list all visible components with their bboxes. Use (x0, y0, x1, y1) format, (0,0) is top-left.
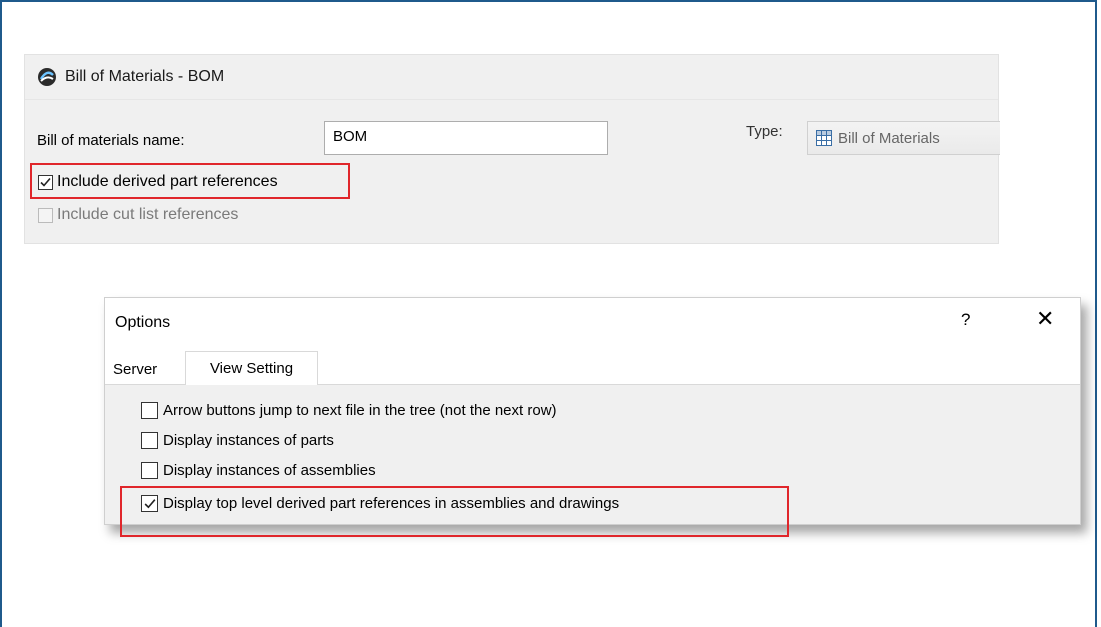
cut-list-checkbox-row: Include cut list references (38, 206, 238, 224)
cut-list-checkbox (38, 207, 53, 223)
highlight-top-level-derived (120, 486, 789, 537)
type-label: Type: (746, 123, 783, 140)
highlight-derived-refs (30, 163, 350, 199)
type-value: Bill of Materials (838, 129, 940, 147)
option-row[interactable]: Arrow buttons jump to next file in the t… (141, 402, 557, 419)
instances-parts-checkbox[interactable] (141, 432, 158, 449)
table-icon (816, 130, 832, 146)
bom-title: Bill of Materials - BOM (65, 68, 225, 85)
help-button[interactable]: ? (961, 310, 970, 330)
arrow-jump-checkbox[interactable] (141, 402, 158, 419)
bom-header: Bill of Materials - BOM (37, 65, 224, 89)
pdm-logo-icon (38, 68, 56, 86)
option-row[interactable]: Display instances of assemblies (141, 462, 376, 479)
dialog-title: Options (115, 314, 171, 331)
type-dropdown[interactable]: Bill of Materials (807, 121, 1000, 155)
option-label: Display instances of assemblies (163, 462, 376, 479)
cut-list-label: Include cut list references (57, 206, 239, 223)
tab-strip: Server View Setting (105, 350, 1080, 385)
close-icon[interactable]: ✕ (1036, 308, 1054, 330)
bom-name-label: Bill of materials name: (37, 132, 185, 149)
tab-view-setting[interactable]: View Setting (185, 351, 318, 385)
tab-server[interactable]: Server (113, 361, 157, 378)
divider (25, 99, 998, 100)
option-label: Arrow buttons jump to next file in the t… (163, 402, 557, 419)
bom-panel: Bill of Materials - BOM Bill of material… (24, 54, 1000, 244)
option-row[interactable]: Display instances of parts (141, 432, 334, 449)
option-label: Display instances of parts (163, 432, 334, 449)
instances-assemblies-checkbox[interactable] (141, 462, 158, 479)
bom-name-input[interactable]: BOM (324, 121, 608, 155)
